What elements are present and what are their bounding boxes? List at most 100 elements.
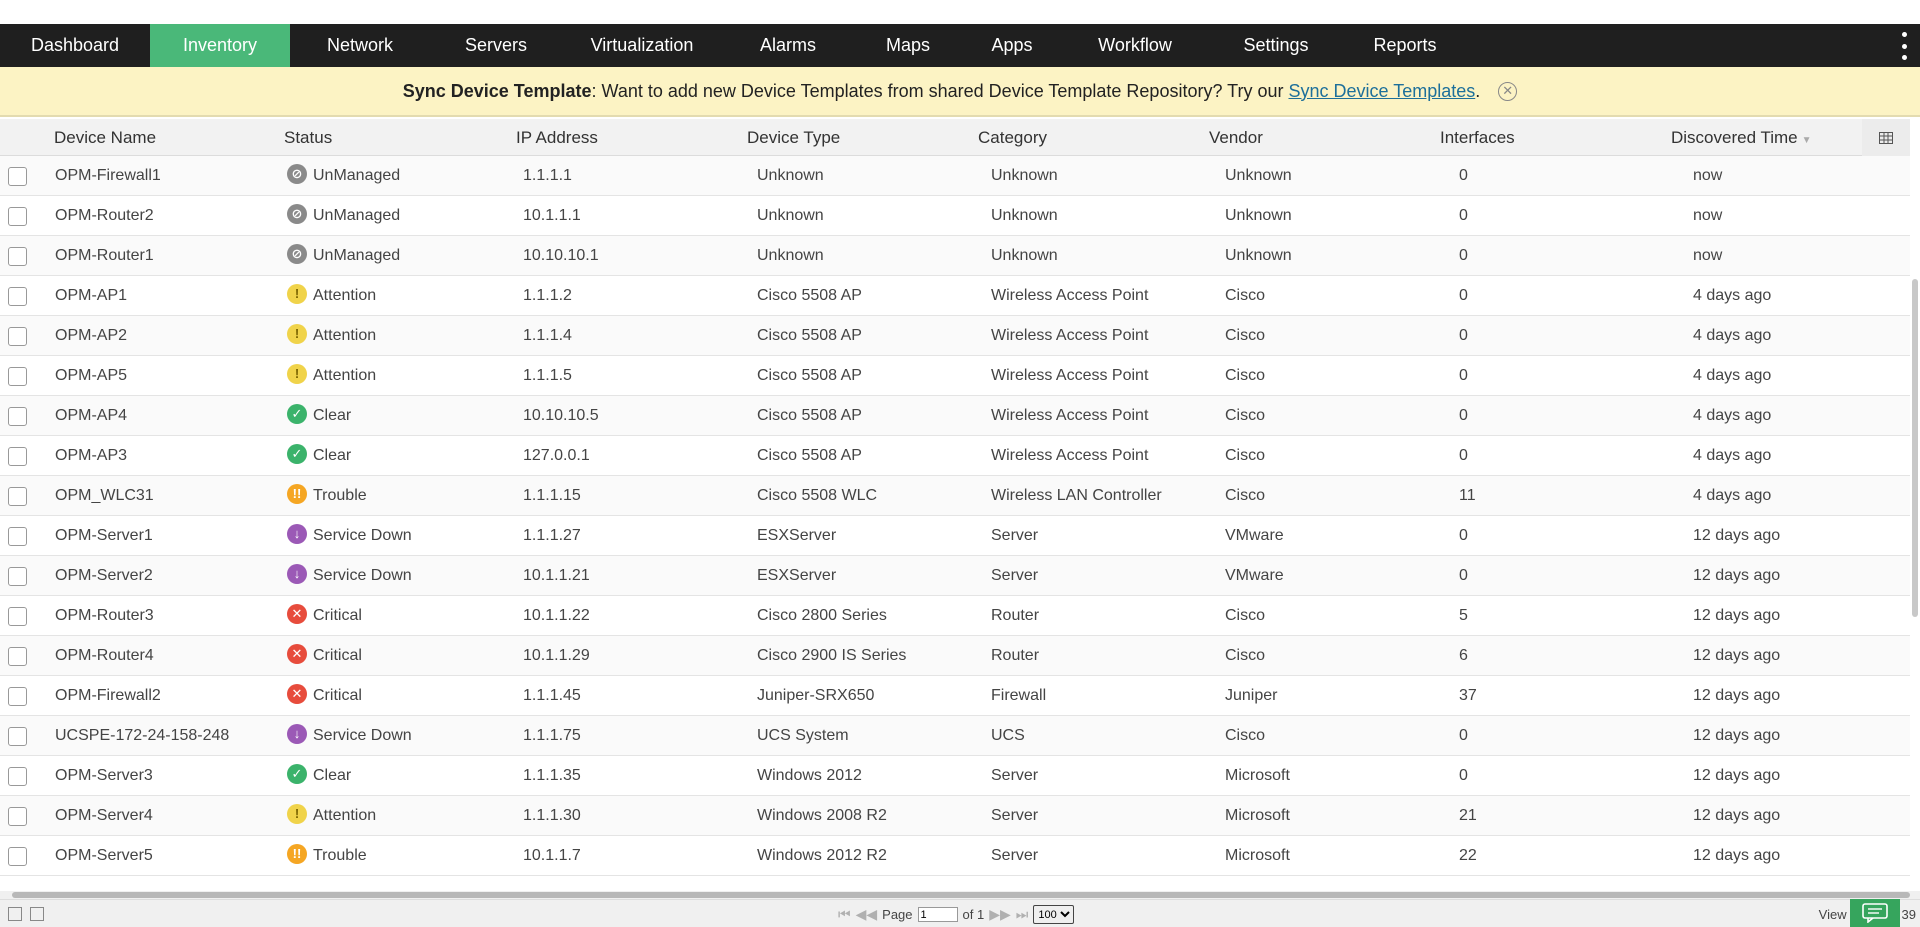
table-row[interactable]: OPM-Firewall2 ✕ Critical 1.1.1.45 Juniper-SR… — [0, 676, 1910, 716]
table-row[interactable]: OPM-Server1 ↓ Service Down 1.1.1.27 ESXServe… — [0, 516, 1910, 556]
table-row[interactable]: OPM-AP2! Attention 1.1.1.4 Cisco 5508 AP Wir… — [0, 316, 1910, 356]
cell-ip-address: 1.1.1.1 — [523, 167, 572, 184]
column-header-ip-address[interactable]: IP Address — [516, 119, 598, 156]
cell-discovered-time: now — [1693, 207, 1723, 224]
prev-page-icon[interactable]: ◀◀ — [856, 906, 878, 923]
main-navbar: Dashboard Inventory Network Servers Virtuali… — [0, 24, 1920, 67]
calendar-icon[interactable] — [8, 907, 22, 921]
cell-device-name[interactable]: OPM-Server1 — [55, 516, 153, 556]
cell-device-name[interactable]: OPM-Server5 — [55, 836, 153, 876]
sort-icon[interactable]: ▼ — [1802, 135, 1812, 146]
cell-device-name[interactable]: OPM-AP2 — [55, 316, 127, 356]
nav-inventory[interactable]: Inventory — [150, 24, 290, 67]
cell-device-name[interactable]: OPM-Server4 — [55, 796, 153, 836]
column-header-device-name[interactable]: Device Name — [54, 119, 156, 156]
table-row[interactable]: OPM-AP5! Attention 1.1.1.5 Cisco 5508 AP Wir… — [0, 356, 1910, 396]
row-checkbox[interactable] — [8, 247, 27, 266]
close-icon[interactable]: ✕ — [1498, 81, 1518, 101]
column-chooser-icon[interactable] — [1862, 119, 1910, 156]
table-row[interactable]: OPM-Server4! Attention 1.1.1.30 Windows 200… — [0, 796, 1910, 836]
nav-network[interactable]: Network — [290, 24, 430, 67]
table-row[interactable]: OPM-Server2 ↓ Service Down 10.1.1.21 ESXServ… — [0, 556, 1910, 596]
row-checkbox[interactable] — [8, 767, 27, 786]
table-row[interactable]: OPM-AP4 ✓ Clear 10.10.10.5 Cisco 5508 AP Wire… — [0, 396, 1910, 436]
row-checkbox[interactable] — [8, 287, 27, 306]
row-checkbox[interactable] — [8, 447, 27, 466]
row-checkbox[interactable] — [8, 527, 27, 546]
table-row[interactable]: OPM-AP3 ✓ Clear 127.0.0.1 Cisco 5508 AP Wirel… — [0, 436, 1910, 476]
nav-maps[interactable]: Maps — [854, 24, 962, 67]
row-checkbox[interactable] — [8, 647, 27, 666]
next-page-icon[interactable]: ▶▶ — [989, 906, 1011, 923]
cell-device-name[interactable]: OPM-Firewall2 — [55, 676, 161, 716]
last-page-icon[interactable]: ⏭ — [1016, 906, 1029, 923]
cell-device-name[interactable]: OPM-AP1 — [55, 276, 127, 316]
table-row[interactable]: OPM-Router1 ⊘ UnManaged 10.10.10.1 Unknown Un… — [0, 236, 1910, 276]
more-menu-icon[interactable] — [1898, 32, 1910, 60]
cell-device-name[interactable]: OPM-Router2 — [55, 196, 154, 236]
row-checkbox[interactable] — [8, 687, 27, 706]
cell-device-name[interactable]: OPM-Firewall1 — [55, 156, 161, 196]
row-checkbox[interactable] — [8, 487, 27, 506]
column-header-discovered-time[interactable]: Discovered Time ▼ — [1671, 119, 1812, 156]
table-row[interactable]: OPM-Router3 ✕ Critical 10.1.1.22 Cisco 2800 … — [0, 596, 1910, 636]
cell-device-name[interactable]: OPM-AP3 — [55, 436, 127, 476]
page-size-select[interactable]: 100 — [1033, 905, 1075, 924]
row-checkbox[interactable] — [8, 407, 27, 426]
nav-alarms[interactable]: Alarms — [722, 24, 854, 67]
table-row[interactable]: OPM-Router2 ⊘ UnManaged 10.1.1.1 Unknown Unkn… — [0, 196, 1910, 236]
cell-device-name[interactable]: OPM-Router3 — [55, 596, 154, 636]
cell-device-name[interactable]: OPM-AP5 — [55, 356, 127, 396]
column-header-vendor[interactable]: Vendor — [1209, 119, 1263, 156]
nav-reports[interactable]: Reports — [1344, 24, 1466, 67]
table-row[interactable]: OPM-Server3 ✓ Clear 1.1.1.35 Windows 2012 Ser… — [0, 756, 1910, 796]
column-header-category[interactable]: Category — [978, 119, 1047, 156]
column-header-interfaces[interactable]: Interfaces — [1440, 119, 1515, 156]
table-row[interactable]: OPM-Firewall1 ⊘ UnManaged 1.1.1.1 Unknown Unk… — [0, 156, 1910, 196]
status-label: Attention — [313, 327, 377, 344]
row-checkbox[interactable] — [8, 207, 27, 226]
chat-icon[interactable] — [1850, 899, 1900, 927]
row-checkbox[interactable] — [8, 807, 27, 826]
row-checkbox[interactable] — [8, 367, 27, 386]
first-page-icon[interactable]: ⏮ — [838, 906, 851, 923]
cell-vendor: Cisco — [1225, 727, 1266, 744]
vertical-scrollbar[interactable] — [1912, 279, 1918, 617]
page-count-label: of 1 — [962, 907, 985, 922]
table-row[interactable]: OPM-AP1! Attention 1.1.1.2 Cisco 5508 AP Wir… — [0, 276, 1910, 316]
nav-settings[interactable]: Settings — [1208, 24, 1344, 67]
cell-vendor: Cisco — [1225, 647, 1266, 664]
cell-device-name[interactable]: OPM-Server3 — [55, 756, 153, 796]
cell-device-name[interactable]: OPM-AP4 — [55, 396, 127, 436]
row-checkbox[interactable] — [8, 607, 27, 626]
page-number-input[interactable] — [917, 907, 958, 922]
export-excel-icon[interactable] — [30, 907, 44, 921]
table-row[interactable]: OPM_WLC31!! Trouble 1.1.1.15 Cisco 5508 WLC… — [0, 476, 1910, 516]
status-label: Clear — [313, 407, 352, 424]
row-checkbox[interactable] — [8, 167, 27, 186]
row-checkbox[interactable] — [8, 847, 27, 866]
table-row[interactable]: OPM-Server5!! Trouble 10.1.1.7 Windows 2012… — [0, 836, 1910, 876]
column-header-status[interactable]: Status — [284, 119, 332, 156]
nav-dashboard[interactable]: Dashboard — [0, 24, 150, 67]
cell-device-name[interactable]: OPM_WLC31 — [55, 476, 154, 516]
nav-servers[interactable]: Servers — [430, 24, 562, 67]
cell-device-type: Unknown — [757, 167, 824, 184]
nav-virtualization[interactable]: Virtualization — [562, 24, 722, 67]
horizontal-scrollbar[interactable] — [12, 892, 1910, 898]
cell-category: Server — [991, 847, 1039, 864]
row-checkbox[interactable] — [8, 727, 27, 746]
table-row[interactable]: OPM-Router4 ✕ Critical 10.1.1.29 Cisco 2900 … — [0, 636, 1910, 676]
cell-device-name[interactable]: OPM-Router4 — [55, 636, 154, 676]
cell-status: ! Attention — [287, 276, 376, 316]
row-checkbox[interactable] — [8, 327, 27, 346]
nav-workflow[interactable]: Workflow — [1062, 24, 1208, 67]
column-header-device-type[interactable]: Device Type — [747, 119, 840, 156]
row-checkbox[interactable] — [8, 567, 27, 586]
table-row[interactable]: UCSPE-172-24-158-248 ↓ Service Down 1.1.1.7… — [0, 716, 1910, 756]
cell-device-name[interactable]: OPM-Server2 — [55, 556, 153, 596]
nav-apps[interactable]: Apps — [962, 24, 1062, 67]
sync-templates-link[interactable]: Sync Device Templates — [1288, 81, 1475, 102]
cell-device-name[interactable]: UCSPE-172-24-158-248 — [55, 716, 229, 756]
cell-device-name[interactable]: OPM-Router1 — [55, 236, 154, 276]
